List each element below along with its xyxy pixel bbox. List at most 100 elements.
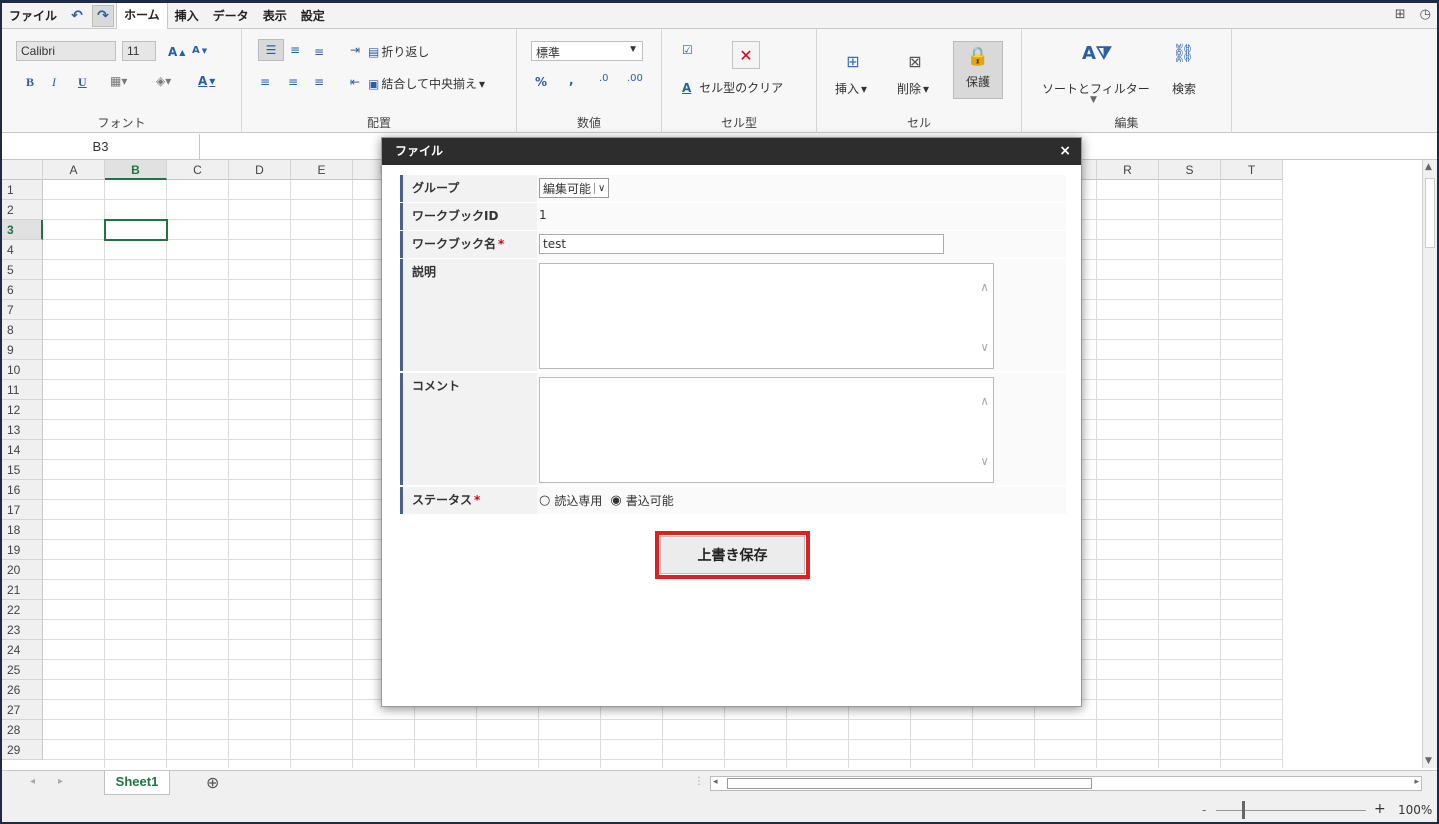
next-sheet-icon[interactable]: ▸	[58, 776, 63, 787]
column-header-r[interactable]: R	[1097, 160, 1159, 180]
find-button[interactable]: 検索	[1172, 80, 1196, 97]
column-header-d[interactable]: D	[229, 160, 291, 180]
number-format-select[interactable]: 標準 ▼	[531, 41, 643, 61]
font-color-icon[interactable]: A ▾	[198, 74, 215, 88]
row-header-24[interactable]: 24	[2, 640, 43, 660]
insert-cells-button[interactable]: 挿入 ▾	[835, 80, 867, 97]
horizontal-scrollbar[interactable]: ◂ ▸	[710, 776, 1422, 791]
align-left-icon[interactable]: ≡	[260, 75, 270, 89]
row-header-20[interactable]: 20	[2, 560, 43, 580]
menu-file[interactable]: ファイル	[2, 3, 64, 29]
row-header-14[interactable]: 14	[2, 440, 43, 460]
radio-readonly[interactable]: ○	[539, 493, 550, 508]
column-header-e[interactable]: E	[291, 160, 353, 180]
italic-button[interactable]: I	[52, 75, 56, 90]
row-header-23[interactable]: 23	[2, 620, 43, 640]
row-header-29[interactable]: 29	[2, 740, 43, 760]
underline-button[interactable]: U	[78, 75, 87, 90]
scroll-down-icon[interactable]: ∨	[980, 454, 989, 468]
clear-cell-type-icon[interactable]: ✕	[732, 41, 760, 69]
row-header-17[interactable]: 17	[2, 500, 43, 520]
align-center-icon[interactable]: ≡	[288, 75, 298, 89]
row-header-16[interactable]: 16	[2, 480, 43, 500]
radio-writable[interactable]: ◉	[610, 493, 621, 508]
menu-view[interactable]: 表示	[256, 3, 294, 29]
row-header-22[interactable]: 22	[2, 600, 43, 620]
decrease-decimal-button[interactable]: .00	[627, 73, 643, 84]
zoom-in-button[interactable]: +	[1374, 801, 1386, 817]
binoculars-icon[interactable]: ⛓	[1172, 43, 1195, 64]
close-icon[interactable]: ×	[1059, 138, 1071, 165]
zoom-slider-thumb[interactable]	[1242, 801, 1245, 819]
row-header-19[interactable]: 19	[2, 540, 43, 560]
scroll-up-icon[interactable]: ∧	[980, 280, 989, 294]
zoom-out-button[interactable]: -	[1202, 803, 1206, 817]
undo-icon[interactable]: ↶	[66, 5, 88, 27]
percent-button[interactable]: %	[535, 75, 547, 89]
row-header-8[interactable]: 8	[2, 320, 43, 340]
sheet-tab-sheet1[interactable]: Sheet1	[104, 771, 170, 795]
row-header-10[interactable]: 10	[2, 360, 43, 380]
row-header-3[interactable]: 3	[2, 220, 43, 240]
row-header-13[interactable]: 13	[2, 420, 43, 440]
description-textarea[interactable]: ∧ ∨	[539, 263, 994, 369]
menu-insert[interactable]: 挿入	[168, 3, 206, 29]
scroll-left-icon[interactable]: ◂	[713, 777, 718, 787]
row-header-28[interactable]: 28	[2, 720, 43, 740]
row-header-18[interactable]: 18	[2, 520, 43, 540]
select-all-corner[interactable]	[2, 160, 43, 180]
increase-decimal-button[interactable]: .0	[599, 73, 609, 84]
freeze-pane-icon[interactable]: ⊞	[1395, 7, 1406, 22]
comment-textarea[interactable]: ∧ ∨	[539, 377, 994, 483]
chevron-down-icon[interactable]: ▼	[1090, 95, 1097, 105]
row-header-1[interactable]: 1	[2, 180, 43, 200]
row-header-11[interactable]: 11	[2, 380, 43, 400]
font-name-input[interactable]: Calibri	[16, 41, 116, 61]
scroll-thumb[interactable]	[1425, 178, 1435, 248]
column-header-a[interactable]: A	[43, 160, 105, 180]
overwrite-save-button[interactable]: 上書き保存	[660, 536, 805, 574]
scroll-up-icon[interactable]: ▲	[1425, 162, 1432, 172]
font-grow-icon[interactable]: A ▲	[168, 45, 185, 59]
protect-button[interactable]: 🔒 保護	[953, 41, 1003, 99]
zoom-slider-track[interactable]	[1216, 810, 1366, 811]
column-header-s[interactable]: S	[1159, 160, 1221, 180]
scroll-down-icon[interactable]: ▼	[1425, 756, 1432, 766]
outdent-icon[interactable]: ⇤	[350, 75, 360, 89]
insert-cells-icon[interactable]: ⊞	[839, 47, 867, 75]
row-header-2[interactable]: 2	[2, 200, 43, 220]
border-icon[interactable]: ▦▾	[110, 74, 127, 88]
redo-icon[interactable]: ↷	[92, 4, 115, 27]
indent-icon[interactable]: ⇥	[350, 43, 360, 57]
fill-color-icon[interactable]: ◈▾	[156, 74, 171, 88]
scroll-down-icon[interactable]: ∨	[980, 340, 989, 354]
align-right-icon[interactable]: ≡	[314, 75, 324, 89]
row-header-6[interactable]: 6	[2, 280, 43, 300]
column-header-c[interactable]: C	[167, 160, 229, 180]
row-header-9[interactable]: 9	[2, 340, 43, 360]
row-header-7[interactable]: 7	[2, 300, 43, 320]
align-middle-icon[interactable]: ≡	[290, 43, 300, 57]
vertical-scrollbar[interactable]: ▲ ▼	[1422, 160, 1437, 768]
prev-sheet-icon[interactable]: ◂	[30, 776, 35, 787]
scroll-right-icon[interactable]: ▸	[1414, 777, 1419, 787]
add-sheet-icon[interactable]: ⊕	[206, 773, 219, 792]
row-header-5[interactable]: 5	[2, 260, 43, 280]
row-header-21[interactable]: 21	[2, 580, 43, 600]
workbook-name-input[interactable]: test	[539, 234, 944, 254]
delete-cells-button[interactable]: 削除 ▾	[897, 80, 929, 97]
h-scroll-thumb[interactable]	[727, 778, 1092, 789]
row-header-25[interactable]: 25	[2, 660, 43, 680]
font-size-input[interactable]: 11	[122, 41, 156, 61]
group-select[interactable]: 編集可能 ∨	[539, 178, 610, 198]
name-box[interactable]: B3	[2, 134, 200, 160]
font-shrink-icon[interactable]: A ▼	[192, 45, 207, 56]
history-icon[interactable]: ◷	[1420, 7, 1431, 22]
delete-cells-icon[interactable]: ⊠	[901, 47, 929, 75]
selected-cell-b3[interactable]	[104, 219, 168, 241]
comma-button[interactable]: ,	[569, 73, 574, 87]
align-bottom-icon[interactable]: ≡	[314, 45, 324, 59]
checkbox-cell-icon[interactable]: ☑	[682, 43, 693, 57]
column-header-t[interactable]: T	[1221, 160, 1283, 180]
wrap-text-button[interactable]: ▤ 折り返し	[368, 43, 429, 60]
